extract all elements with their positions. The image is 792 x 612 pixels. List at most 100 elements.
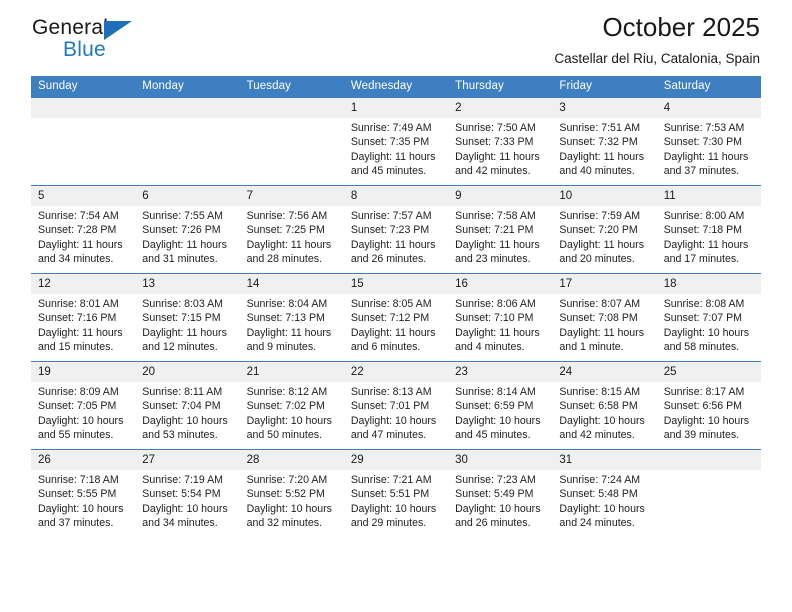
day-cell[interactable]: 11 Sunrise: 8:00 AM Sunset: 7:18 PM Dayligh… xyxy=(656,185,761,274)
day-cell[interactable]: 22 Sunrise: 8:13 AM Sunset: 7:01 PM Dayligh… xyxy=(343,361,449,450)
day-cell[interactable]: 26 Sunrise: 7:18 AM Sunset: 5:55 PM Dayligh… xyxy=(31,449,136,538)
daylight-text-line1: Daylight: 10 hours xyxy=(663,326,750,339)
daylight-text-line1: Daylight: 11 hours xyxy=(38,238,123,251)
daylight-text-line2: and 42 minutes. xyxy=(559,428,635,441)
sunset-text: Sunset: 7:02 PM xyxy=(246,400,325,413)
day-info: Sunrise: 7:50 AM Sunset: 7:33 PM Daylight:… xyxy=(448,118,552,178)
daylight-text-line1: Daylight: 11 hours xyxy=(350,150,436,163)
daylight-text-line2: and 34 minutes. xyxy=(142,516,218,529)
day-cell[interactable]: 24 Sunrise: 8:15 AM Sunset: 6:58 PM Dayligh… xyxy=(552,361,657,450)
weekday-header-wednesday: Wednesday xyxy=(343,76,449,98)
sunrise-text: Sunrise: 8:15 AM xyxy=(559,386,641,398)
daylight-text-line1: Daylight: 10 hours xyxy=(455,414,541,427)
daylight-text-line1: Daylight: 10 hours xyxy=(663,414,750,427)
daylight-text-line1: Daylight: 10 hours xyxy=(38,502,124,515)
day-number: 14 xyxy=(239,274,344,294)
daylight-text-line1: Daylight: 10 hours xyxy=(350,502,437,515)
day-number: 10 xyxy=(552,186,657,206)
day-number: 18 xyxy=(656,274,761,294)
day-cell[interactable]: 6 Sunrise: 7:55 AM Sunset: 7:26 PM Daylight… xyxy=(135,185,240,274)
day-number: 16 xyxy=(448,274,553,294)
weekday-header-friday: Friday xyxy=(552,76,657,98)
day-cell[interactable]: 10 Sunrise: 7:59 AM Sunset: 7:20 PM Dayligh… xyxy=(552,185,657,274)
sunrise-text: Sunrise: 7:54 AM xyxy=(38,210,119,222)
weekday-header-saturday: Saturday xyxy=(656,76,761,98)
daylight-text-line1: Daylight: 11 hours xyxy=(455,326,540,339)
sunrise-text: Sunrise: 7:49 AM xyxy=(350,122,432,134)
day-number: 5 xyxy=(31,186,136,206)
page-subtitle: Castellar del Riu, Catalonia, Spain xyxy=(554,51,760,66)
day-cell[interactable]: 14 Sunrise: 8:04 AM Sunset: 7:13 PM Dayligh… xyxy=(239,273,344,362)
day-info: Sunrise: 8:11 AM Sunset: 7:04 PM Daylight:… xyxy=(135,382,239,442)
day-cell[interactable]: 20 Sunrise: 8:11 AM Sunset: 7:04 PM Dayligh… xyxy=(135,361,240,450)
day-info: Sunrise: 7:59 AM Sunset: 7:20 PM Daylight:… xyxy=(552,206,656,266)
day-cell[interactable]: 29 Sunrise: 7:21 AM Sunset: 5:51 PM Dayligh… xyxy=(343,449,449,538)
day-cell[interactable]: 1 Sunrise: 7:49 AM Sunset: 7:35 PM Daylight… xyxy=(343,97,449,186)
day-cell[interactable]: 30 Sunrise: 7:23 AM Sunset: 5:49 PM Dayligh… xyxy=(448,449,553,538)
daylight-text-line2: and 32 minutes. xyxy=(246,516,322,529)
day-cell[interactable]: 27 Sunrise: 7:19 AM Sunset: 5:54 PM Dayligh… xyxy=(135,449,240,538)
sunrise-text: Sunrise: 8:06 AM xyxy=(455,298,536,310)
day-cell[interactable]: 19 Sunrise: 8:09 AM Sunset: 7:05 PM Dayligh… xyxy=(31,361,136,450)
daylight-text-line2: and 23 minutes. xyxy=(455,252,531,265)
sunset-text: Sunset: 7:33 PM xyxy=(455,136,534,149)
day-number-placeholder xyxy=(656,450,761,470)
day-number: 30 xyxy=(448,450,553,470)
day-number: 19 xyxy=(31,362,136,382)
triangle-icon xyxy=(104,21,132,40)
day-cell[interactable]: 23 Sunrise: 8:14 AM Sunset: 6:59 PM Dayligh… xyxy=(448,361,553,450)
day-cell[interactable]: 16 Sunrise: 8:06 AM Sunset: 7:10 PM Dayligh… xyxy=(448,273,553,362)
page-title: October 2025 xyxy=(602,12,760,42)
weekday-header-tuesday: Tuesday xyxy=(239,76,344,98)
day-cell[interactable]: 4 Sunrise: 7:53 AM Sunset: 7:30 PM Daylight… xyxy=(656,97,761,186)
day-info: Sunrise: 8:15 AM Sunset: 6:58 PM Daylight:… xyxy=(552,382,656,442)
sunrise-text: Sunrise: 7:59 AM xyxy=(559,210,641,222)
sunrise-text: Sunrise: 7:58 AM xyxy=(455,210,536,222)
daylight-text-line2: and 58 minutes. xyxy=(663,340,740,353)
day-cell[interactable]: 2 Sunrise: 7:50 AM Sunset: 7:33 PM Daylight… xyxy=(448,97,553,186)
sunrise-text: Sunrise: 8:07 AM xyxy=(559,298,641,310)
day-cell[interactable]: 5 Sunrise: 7:54 AM Sunset: 7:28 PM Daylight… xyxy=(31,185,136,274)
day-cell[interactable]: 13 Sunrise: 8:03 AM Sunset: 7:15 PM Dayligh… xyxy=(135,273,240,362)
day-info: Sunrise: 7:21 AM Sunset: 5:51 PM Daylight:… xyxy=(344,470,448,530)
daylight-text-line1: Daylight: 11 hours xyxy=(350,326,436,339)
sunset-text: Sunset: 6:59 PM xyxy=(455,400,534,413)
day-number: 12 xyxy=(31,274,136,294)
daylight-text-line1: Daylight: 10 hours xyxy=(455,502,541,515)
daylight-text-line1: Daylight: 11 hours xyxy=(246,326,332,339)
sunset-text: Sunset: 7:04 PM xyxy=(142,400,221,413)
daylight-text-line1: Daylight: 10 hours xyxy=(350,414,437,427)
daylight-text-line2: and 53 minutes. xyxy=(142,428,218,441)
day-info: Sunrise: 7:58 AM Sunset: 7:21 PM Daylight:… xyxy=(448,206,552,266)
day-cell-empty xyxy=(239,97,344,186)
day-number: 9 xyxy=(448,186,553,206)
sunset-text: Sunset: 5:52 PM xyxy=(246,488,325,501)
daylight-text-line1: Daylight: 10 hours xyxy=(142,502,228,515)
day-cell[interactable]: 12 Sunrise: 8:01 AM Sunset: 7:16 PM Dayligh… xyxy=(31,273,136,362)
day-info: Sunrise: 7:49 AM Sunset: 7:35 PM Daylight:… xyxy=(344,118,448,178)
daylight-text-line1: Daylight: 11 hours xyxy=(142,238,227,251)
day-cell[interactable]: 8 Sunrise: 7:57 AM Sunset: 7:23 PM Daylight… xyxy=(343,185,449,274)
day-cell[interactable]: 28 Sunrise: 7:20 AM Sunset: 5:52 PM Dayligh… xyxy=(239,449,344,538)
sunrise-text: Sunrise: 8:13 AM xyxy=(350,386,432,398)
day-cell[interactable]: 31 Sunrise: 7:24 AM Sunset: 5:48 PM Dayligh… xyxy=(552,449,657,538)
sunrise-text: Sunrise: 7:19 AM xyxy=(142,474,223,486)
day-cell[interactable]: 7 Sunrise: 7:56 AM Sunset: 7:25 PM Daylight… xyxy=(239,185,344,274)
title-block: October 2025 Castellar del Riu, Cataloni… xyxy=(554,10,760,70)
weekday-header-sunday: Sunday xyxy=(31,76,136,98)
day-number: 3 xyxy=(552,98,657,118)
day-number: 11 xyxy=(656,186,761,206)
day-cell[interactable]: 21 Sunrise: 8:12 AM Sunset: 7:02 PM Dayligh… xyxy=(239,361,344,450)
day-cell[interactable]: 18 Sunrise: 8:08 AM Sunset: 7:07 PM Dayligh… xyxy=(656,273,761,362)
daylight-text-line1: Daylight: 11 hours xyxy=(455,238,540,251)
weekday-header-thursday: Thursday xyxy=(448,76,553,98)
day-cell[interactable]: 15 Sunrise: 8:05 AM Sunset: 7:12 PM Dayligh… xyxy=(343,273,449,362)
day-info: Sunrise: 8:00 AM Sunset: 7:18 PM Daylight:… xyxy=(657,206,761,266)
day-cell[interactable]: 3 Sunrise: 7:51 AM Sunset: 7:32 PM Daylight… xyxy=(552,97,657,186)
general-blue-logo[interactable]: General Blue xyxy=(32,16,152,64)
day-cell[interactable]: 9 Sunrise: 7:58 AM Sunset: 7:21 PM Daylight… xyxy=(448,185,553,274)
day-cell[interactable]: 25 Sunrise: 8:17 AM Sunset: 6:56 PM Dayligh… xyxy=(656,361,761,450)
day-info: Sunrise: 8:05 AM Sunset: 7:12 PM Daylight:… xyxy=(344,294,448,354)
daylight-text-line1: Daylight: 11 hours xyxy=(455,150,540,163)
day-cell[interactable]: 17 Sunrise: 8:07 AM Sunset: 7:08 PM Dayligh… xyxy=(552,273,657,362)
